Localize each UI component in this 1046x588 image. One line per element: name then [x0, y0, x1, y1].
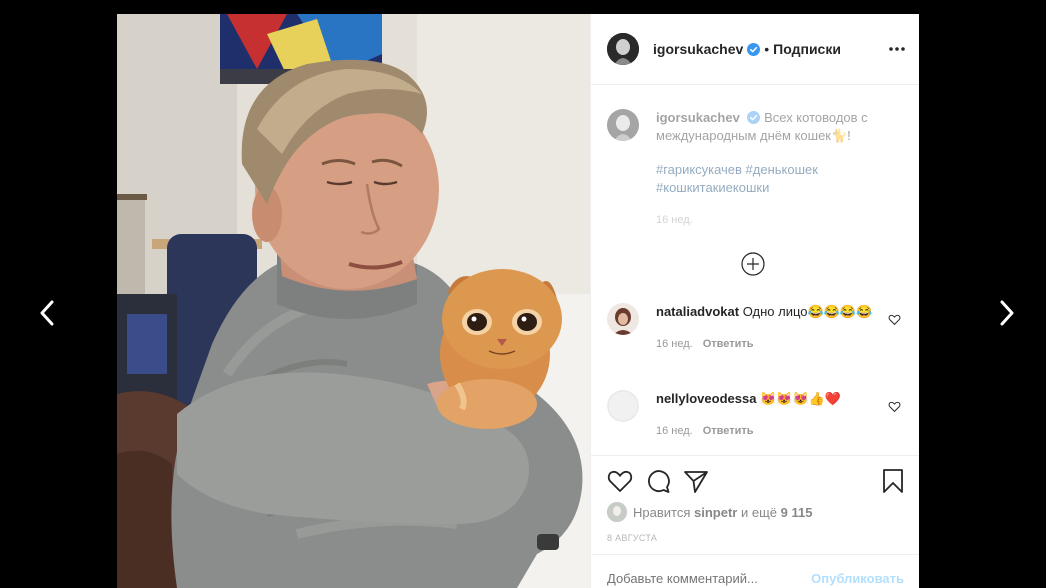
comment-body: nataliadvokat Одно лицо😂😂😂😂 16 нед. Ответ… [656, 303, 907, 353]
commenter-avatar[interactable] [607, 390, 639, 422]
likes-summary[interactable]: Нравится sinpetr и ещё 9 115 [607, 502, 812, 522]
caption-body: igorsukachev Всех котоводов с международ… [656, 109, 907, 229]
following-button[interactable]: Подписки [773, 41, 841, 57]
commenter-avatar[interactable] [607, 303, 639, 335]
comment-icon[interactable] [645, 468, 671, 494]
add-comment-section: Опубликовать [591, 554, 919, 588]
comment-time[interactable]: 16 нед. [656, 338, 693, 350]
chevron-left-icon [40, 300, 54, 326]
post-modal: igorsukachev • Подписки igorsukachev Все… [117, 14, 919, 588]
bookmark-icon[interactable] [880, 468, 906, 494]
more-horizontal-icon[interactable] [888, 40, 906, 58]
comment-item: nataliadvokat Одно лицо😂😂😂😂 16 нед. Ответ… [607, 303, 907, 353]
post-caption: igorsukachev Всех котоводов с международ… [607, 109, 907, 229]
comment-username[interactable]: nataliadvokat [656, 304, 739, 319]
comment-meta: 16 нед. Ответить [656, 422, 907, 440]
likes-middle: и ещё [740, 504, 777, 520]
author-avatar[interactable] [607, 33, 639, 65]
post-photo[interactable] [117, 14, 590, 588]
reply-button[interactable]: Ответить [703, 338, 754, 350]
comment-input[interactable] [607, 571, 807, 586]
verified-badge-icon [747, 111, 761, 124]
author-avatar[interactable] [607, 109, 639, 141]
comment-body: nellyloveodessa 😻😻😻👍❤️ 16 нед. Ответить [656, 390, 907, 440]
author-username[interactable]: igorsukachev [653, 41, 743, 57]
reply-button[interactable]: Ответить [703, 425, 754, 437]
comment-text: Одно лицо😂😂😂😂 [742, 304, 873, 319]
likes-count[interactable]: 9 115 [781, 505, 813, 520]
post-header: igorsukachev • Подписки [591, 14, 919, 85]
chevron-right-icon [1000, 300, 1014, 326]
header-separator: • [764, 41, 770, 57]
post-actions: Нравится sinpetr и ещё 9 115 8 АВГУСТА [591, 455, 919, 554]
comment-meta: 16 нед. Ответить [656, 335, 907, 353]
previous-post-button[interactable] [30, 296, 64, 330]
heart-icon[interactable] [888, 313, 901, 326]
heart-icon[interactable] [888, 400, 901, 413]
liker-avatar [607, 502, 627, 522]
comment-item: nellyloveodessa 😻😻😻👍❤️ 16 нед. Ответить [607, 390, 907, 440]
likes-user[interactable]: sinpetr [694, 505, 737, 520]
caption-username[interactable]: igorsukachev [656, 110, 740, 125]
heart-icon[interactable] [607, 468, 633, 494]
comments-list[interactable]: igorsukachev Всех котоводов с международ… [591, 85, 919, 453]
post-side-panel: igorsukachev • Подписки igorsukachev Все… [590, 14, 919, 588]
plus-circle-icon[interactable] [740, 251, 766, 277]
caption-time[interactable]: 16 нед. [656, 211, 907, 229]
post-date[interactable]: 8 АВГУСТА [607, 533, 657, 543]
verified-badge-icon [747, 42, 761, 56]
comment-username[interactable]: nellyloveodessa [656, 391, 756, 406]
photo-illustration [117, 14, 590, 588]
comment-time[interactable]: 16 нед. [656, 425, 693, 437]
next-post-button[interactable] [990, 296, 1024, 330]
likes-prefix: Нравится [633, 504, 691, 520]
caption-hashtags[interactable]: #гарикcукачев #денькошек #кошкитакиекошк… [656, 161, 907, 197]
comment-text: 😻😻😻👍❤️ [760, 391, 842, 406]
publish-button[interactable]: Опубликовать [811, 571, 904, 586]
share-icon[interactable] [683, 468, 709, 494]
